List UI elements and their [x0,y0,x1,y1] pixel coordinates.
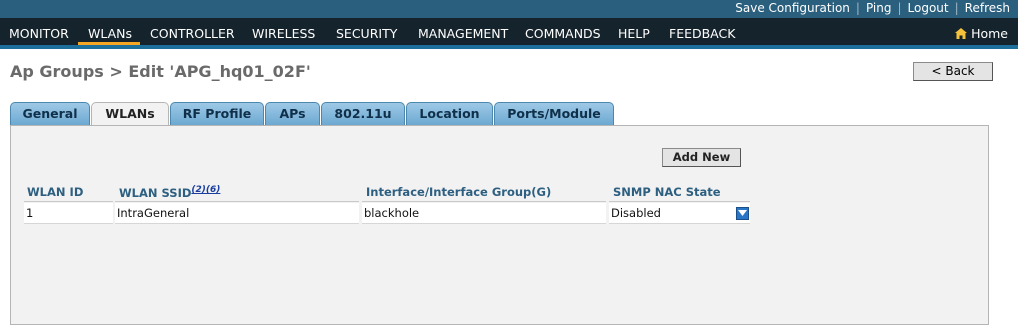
chevron-down-icon[interactable] [736,207,749,220]
home-label: Home [971,26,1008,41]
cell-wlan-ssid: IntraGeneral [115,203,359,224]
cell-snmp-nac-state: Disabled [609,203,750,224]
column-header-interface: Interface/Interface Group(G) [366,185,552,199]
refresh-link[interactable]: Refresh [965,1,1010,15]
divider [362,201,606,202]
divider [609,201,750,202]
nav-help[interactable]: HELP [618,26,650,41]
home-icon [955,27,968,39]
tab-rf-profile[interactable]: RF Profile [170,102,264,126]
nav-controller[interactable]: CONTROLLER [150,26,235,41]
nav-management[interactable]: MANAGEMENT [418,26,508,41]
utility-bar: Save Configuration | Ping | Logout | Refresh [0,0,1018,18]
cell-interface: blackhole [362,203,606,224]
nav-commands[interactable]: COMMANDS [525,26,601,41]
divider [24,201,113,202]
column-header-wlan-ssid: WLAN SSID(2)(6) [119,185,220,200]
home-link[interactable]: Home [955,26,1008,41]
save-configuration-link[interactable]: Save Configuration [735,1,850,15]
nav-monitor[interactable]: MONITOR [9,26,69,41]
back-button[interactable]: < Back [913,62,993,81]
nav-wlans[interactable]: WLANs [88,26,132,41]
add-new-button[interactable]: Add New [662,148,741,167]
tab-ports-module[interactable]: Ports/Module [494,102,614,126]
nav-security[interactable]: SECURITY [336,26,397,41]
main-navigation: MONITOR WLANs CONTROLLER WIRELESS SECURI… [0,18,1018,49]
divider: | [897,1,902,15]
tab-general[interactable]: General [10,102,90,126]
cell-wlan-id: 1 [24,203,113,224]
divider: | [954,1,959,15]
tab-80211u[interactable]: 802.11u [321,102,405,126]
tab-content-panel [10,125,989,325]
divider [115,201,359,202]
tab-location[interactable]: Location [406,102,493,126]
utility-links: Save Configuration | Ping | Logout | Refresh [735,1,1010,15]
nav-feedback[interactable]: FEEDBACK [669,26,735,41]
ping-link[interactable]: Ping [866,1,892,15]
tab-wlans[interactable]: WLANs [91,102,169,127]
nav-wireless[interactable]: WIRELESS [252,26,315,41]
page-title: Ap Groups > Edit 'APG_hq01_02F' [10,62,311,81]
column-header-snmp-nac-state: SNMP NAC State [613,185,721,199]
tab-aps[interactable]: APs [265,102,320,126]
column-header-label: WLAN SSID [119,185,192,200]
column-header-wlan-id: WLAN ID [27,185,84,199]
ssid-footnote-link[interactable]: (2)(6) [191,185,220,195]
divider: | [855,1,860,15]
logout-link[interactable]: Logout [908,1,949,15]
